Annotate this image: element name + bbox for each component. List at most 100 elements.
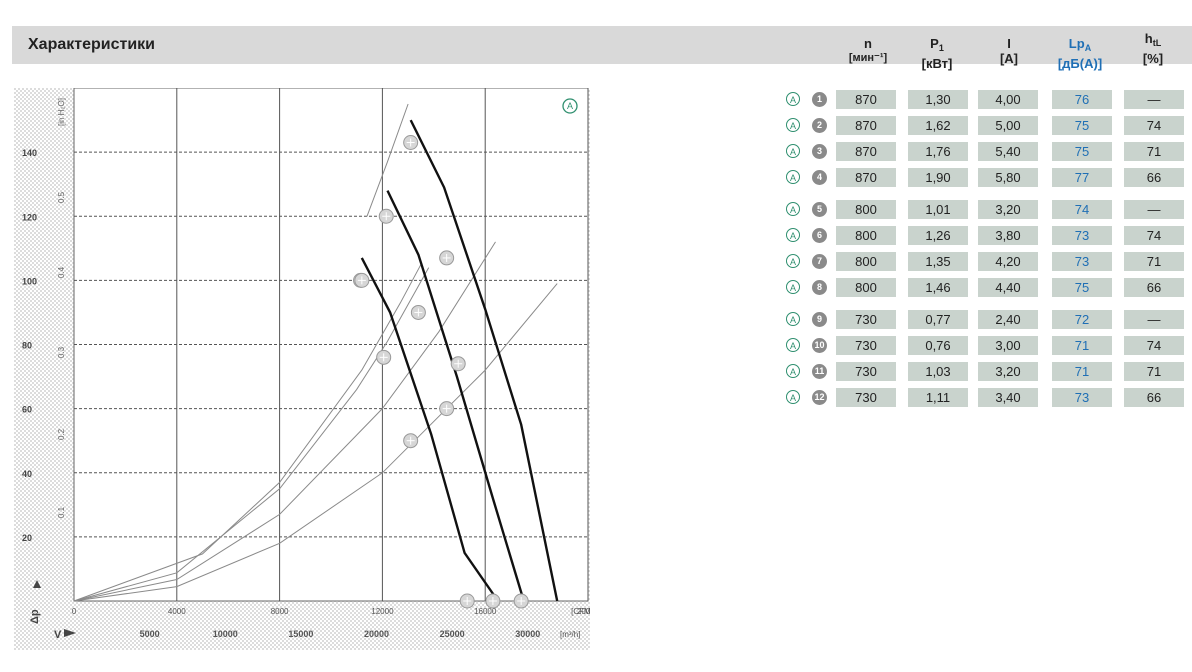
table-row: A 2 870 1,62 5,00 75 74 — [786, 116, 1186, 136]
col-name-htl: htL — [1136, 31, 1170, 51]
cell-i: 3,80 — [978, 226, 1038, 245]
col-header-n: n [мин⁻¹] — [848, 36, 888, 66]
cell-htl: 66 — [1124, 388, 1184, 407]
operating-point — [376, 349, 392, 365]
cell-lpa: 76 — [1052, 90, 1112, 109]
y-tick-label: 140 — [22, 148, 37, 158]
a-marker-icon: A — [786, 338, 800, 352]
a-marker-icon: A — [786, 228, 800, 242]
cell-n: 800 — [836, 226, 896, 245]
cell-n: 730 — [836, 362, 896, 381]
row-number-badge: 6 — [812, 228, 827, 243]
col-unit-i: [A] — [999, 51, 1019, 66]
row-number-badge: 4 — [812, 170, 827, 185]
cell-i: 5,00 — [978, 116, 1038, 135]
x2-tick-label: 5000 — [140, 629, 160, 639]
col-name-i: I — [1007, 36, 1011, 51]
cell-htl: — — [1124, 310, 1184, 329]
col-unit-htl: [%] — [1142, 51, 1164, 66]
table-row: A 1 870 1,30 4,00 76 — — [786, 90, 1186, 110]
cell-p1: 0,76 — [908, 336, 968, 355]
y2-unit-label: [in H₂O] — [57, 98, 66, 126]
y-tick-label: 40 — [22, 469, 32, 479]
row-number-badge: 1 — [812, 92, 827, 107]
cell-htl: 71 — [1124, 252, 1184, 271]
cell-htl: — — [1124, 200, 1184, 219]
row-number-badge: 10 — [812, 338, 827, 353]
cell-n: 800 — [836, 278, 896, 297]
y-tick-label: 80 — [22, 341, 32, 351]
x-unit-label: [CFM] — [571, 607, 590, 616]
col-name-htl-text: h — [1144, 31, 1153, 46]
corner-a-marker-icon: A — [562, 98, 578, 114]
cell-lpa: 71 — [1052, 362, 1112, 381]
a-marker-icon: A — [786, 202, 800, 216]
col-header-htl: htL [%] — [1136, 31, 1170, 66]
a-marker-icon: A — [786, 254, 800, 268]
cell-i: 4,40 — [978, 278, 1038, 297]
col-unit-p1: [кВт] — [921, 56, 953, 71]
cell-htl: 74 — [1124, 116, 1184, 135]
cell-htl: 66 — [1124, 278, 1184, 297]
cell-lpa: 72 — [1052, 310, 1112, 329]
table-row: A 3 870 1,76 5,40 75 71 — [786, 142, 1186, 162]
row-number-badge: 5 — [812, 202, 827, 217]
col-name-p1: P1 — [914, 36, 960, 56]
page-title: Характеристики — [28, 36, 156, 53]
cell-htl: 74 — [1124, 226, 1184, 245]
x-tick-label: 0 — [72, 607, 77, 616]
row-number-badge: 9 — [812, 312, 827, 327]
table-row: A 6 800 1,26 3,80 73 74 — [786, 226, 1186, 246]
cell-lpa: 71 — [1052, 336, 1112, 355]
row-number-badge: 11 — [812, 364, 827, 379]
cell-n: 870 — [836, 142, 896, 161]
y2-tick-label: 0.3 — [57, 346, 66, 358]
cell-n: 800 — [836, 252, 896, 271]
cell-p1: 1,90 — [908, 168, 968, 187]
col-name-p1-text: P — [930, 36, 939, 51]
cell-n: 730 — [836, 336, 896, 355]
cell-p1: 1,11 — [908, 388, 968, 407]
col-name-lpa-text: Lp — [1068, 36, 1085, 51]
operating-point — [403, 135, 419, 151]
cell-i: 3,20 — [978, 200, 1038, 219]
a-marker-icon: A — [786, 390, 800, 404]
cell-n: 870 — [836, 90, 896, 109]
cell-htl: 74 — [1124, 336, 1184, 355]
cell-htl: 71 — [1124, 142, 1184, 161]
x2-tick-label: 25000 — [440, 629, 465, 639]
a-marker-icon: A — [786, 144, 800, 158]
y2-tick-label: 0.5 — [57, 191, 66, 203]
cell-htl: 66 — [1124, 168, 1184, 187]
a-marker-icon: A — [786, 92, 800, 106]
table-row: A 12 730 1,11 3,40 73 66 — [786, 388, 1186, 408]
x2-axis-symbol: V — [54, 629, 62, 641]
table-row: A 9 730 0,77 2,40 72 — — [786, 310, 1186, 330]
operating-point — [354, 272, 370, 288]
row-number-badge: 12 — [812, 390, 827, 405]
col-header-i: I [A] — [994, 36, 1024, 66]
cell-p1: 1,76 — [908, 142, 968, 161]
table-row: A 4 870 1,90 5,80 77 66 — [786, 168, 1186, 188]
cell-p1: 0,77 — [908, 310, 968, 329]
y-axis-label: Δp — [29, 609, 41, 624]
col-header-lpa: LpA [дБ(A)] — [1052, 36, 1108, 71]
operating-point — [485, 593, 501, 609]
cell-p1: 1,01 — [908, 200, 968, 219]
cell-n: 870 — [836, 168, 896, 187]
a-marker-icon: A — [786, 170, 800, 184]
table-row: A 7 800 1,35 4,20 73 71 — [786, 252, 1186, 272]
x2-unit-label: [m³/h] — [560, 630, 580, 639]
row-number-badge: 7 — [812, 254, 827, 269]
operating-point — [403, 433, 419, 449]
cell-p1: 1,30 — [908, 90, 968, 109]
cell-lpa: 73 — [1052, 252, 1112, 271]
col-name-p1-sub: 1 — [938, 43, 944, 53]
operating-point — [439, 250, 455, 266]
cell-n: 730 — [836, 388, 896, 407]
cell-lpa: 77 — [1052, 168, 1112, 187]
cell-p1: 1,26 — [908, 226, 968, 245]
table-row: A 5 800 1,01 3,20 74 — — [786, 200, 1186, 220]
cell-n: 730 — [836, 310, 896, 329]
table-row: A 11 730 1,03 3,20 71 71 — [786, 362, 1186, 382]
